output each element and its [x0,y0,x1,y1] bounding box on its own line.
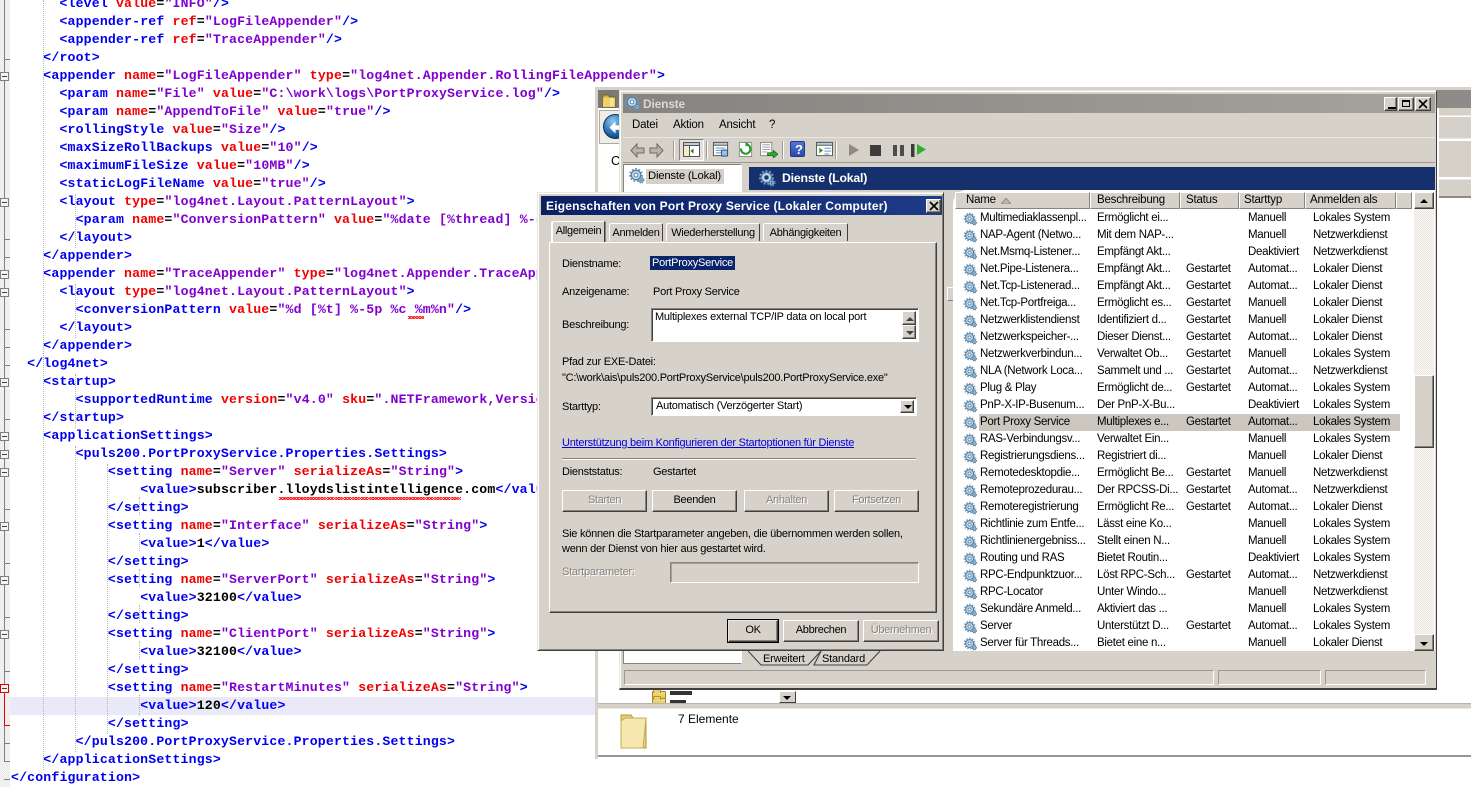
svg-text:Standard: Standard [822,653,865,665]
svg-text:Erweitert: Erweitert [763,653,805,665]
